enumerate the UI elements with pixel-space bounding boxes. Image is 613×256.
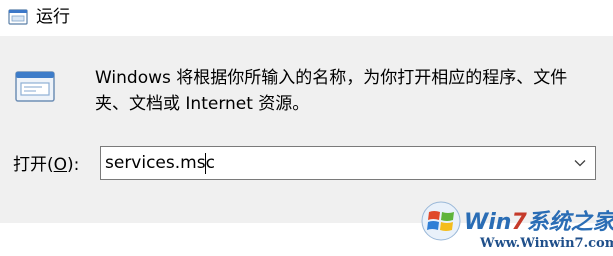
watermark-title-seven: 7 [511, 210, 527, 235]
run-dialog-icon [8, 9, 28, 25]
windows-logo-icon [421, 201, 461, 241]
open-label-suffix: ): [67, 155, 80, 175]
window-title: 运行 [36, 7, 70, 27]
watermark-title-suffix: 系统之家 [526, 210, 613, 235]
chevron-down-icon [574, 160, 586, 167]
watermark-title-prefix: Win [464, 210, 512, 235]
watermark-url: Www.Winwin7.com [480, 236, 613, 251]
run-program-icon [15, 71, 55, 102]
title-bar: 运行 [0, 0, 613, 36]
open-label: 打开(O): [13, 153, 79, 177]
open-command-input[interactable] [105, 148, 565, 178]
dropdown-button[interactable] [567, 149, 593, 177]
watermark-title: Win7系统之家 [464, 204, 613, 236]
dialog-description: Windows 将根据你所输入的名称，为你打开相应的程序、文件夹、文档或 Int… [95, 68, 568, 114]
open-command-combobox[interactable] [100, 146, 596, 180]
site-watermark: Win7系统之家 Www.Winwin7.com [420, 198, 613, 256]
text-caret [205, 153, 206, 174]
open-label-text: 打开( [13, 155, 54, 175]
dialog-body: Windows 将根据你所输入的名称，为你打开相应的程序、文件夹、文档或 Int… [0, 36, 613, 251]
open-label-mnemonic: O [53, 155, 68, 175]
